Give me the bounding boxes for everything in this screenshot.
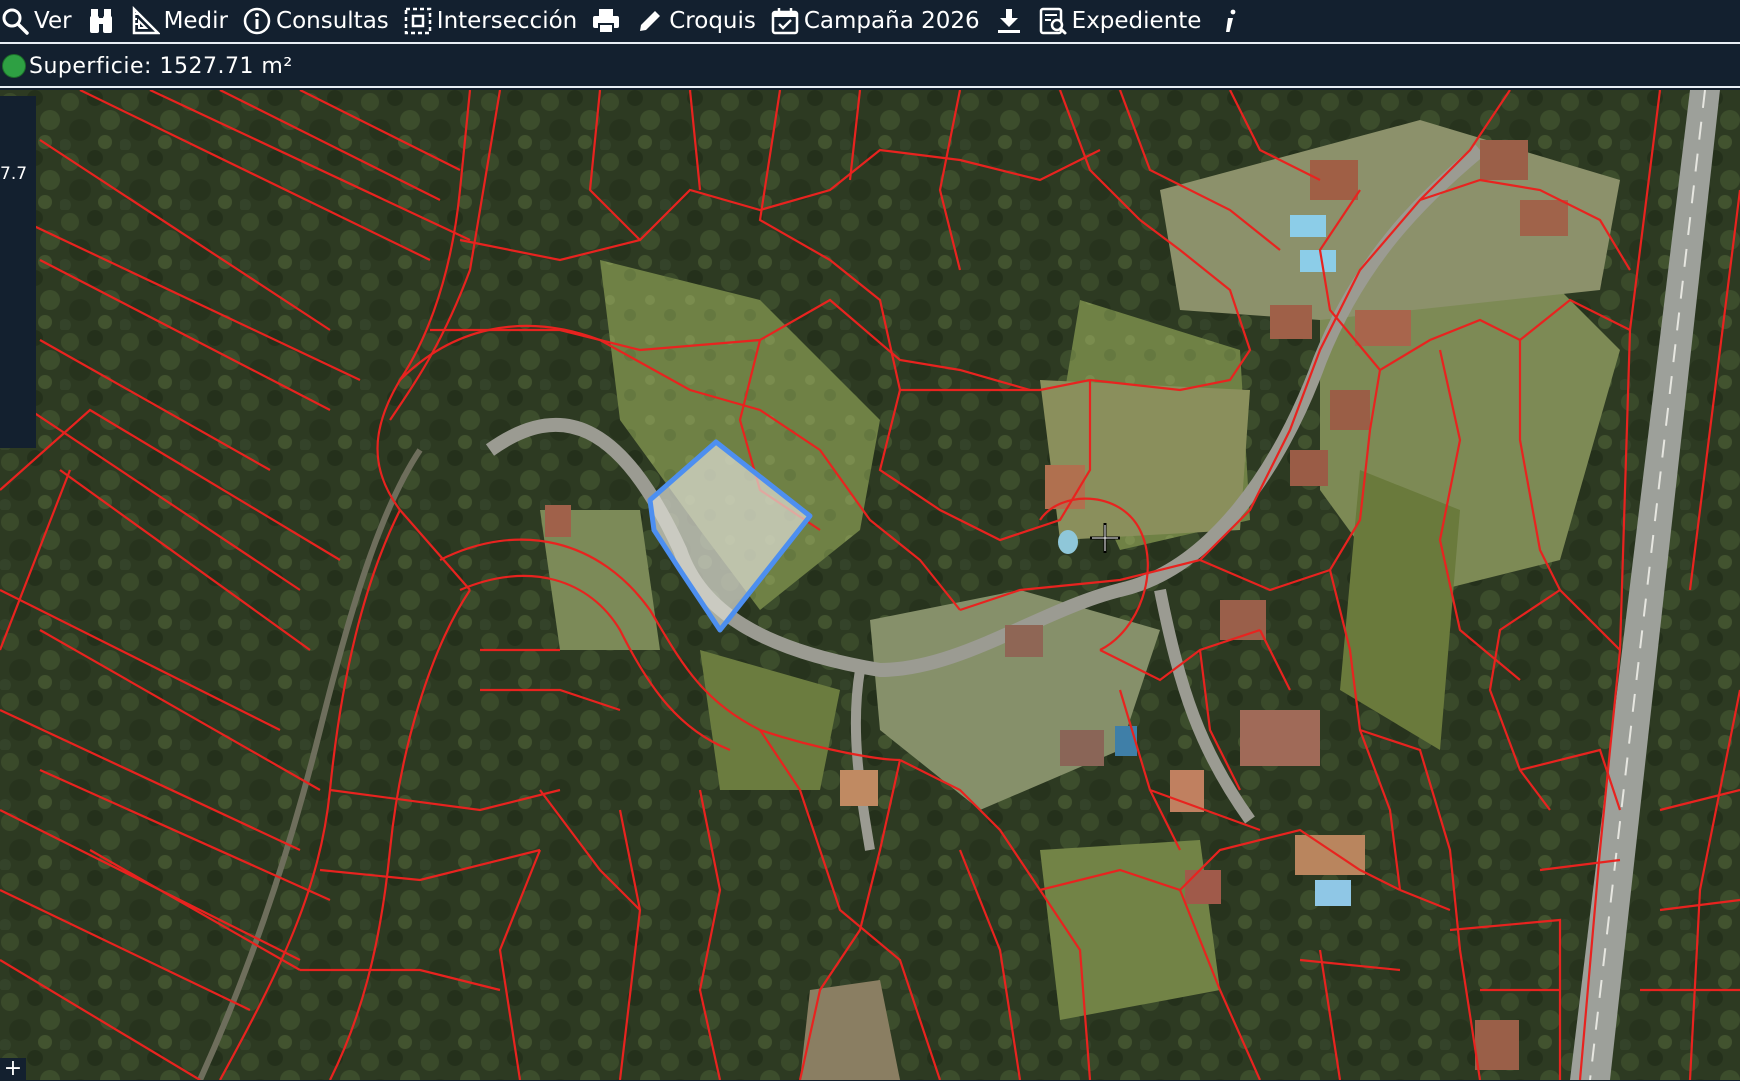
info-button[interactable] [1215,0,1245,43]
building [1475,1020,1519,1070]
expediente-button[interactable]: Expediente [1038,0,1202,43]
printer-icon [593,9,620,34]
interseccion-label: Intersección [436,8,578,34]
building [1270,305,1312,339]
calendar-check-icon [771,8,799,35]
binoculars-button[interactable] [86,0,116,43]
building [1295,835,1365,875]
building [1060,730,1104,766]
building [1185,870,1221,904]
document-search-icon [1039,7,1067,35]
building [1290,450,1328,486]
download-button[interactable] [994,0,1024,43]
side-panel[interactable]: 7.7 [0,96,36,448]
info-icon [243,7,271,35]
building [1170,770,1204,812]
building [1240,710,1320,766]
status-indicator-icon [2,54,26,78]
zoom-in-button[interactable]: + [0,1058,26,1080]
intersection-icon [404,7,432,35]
pool [1315,880,1351,906]
pool [1290,215,1326,237]
toolbar: Ver Medir Consultas Intersección Croquis… [0,0,1740,44]
medir-button[interactable]: Medir [130,0,228,43]
ver-button[interactable]: Ver [0,0,72,43]
pool [1058,530,1078,554]
side-panel-value: 7.7 [0,164,28,184]
status-bar: Superficie: 1527.71 m² [0,46,1740,88]
area-readout: Superficie: 1527.71 m² [29,53,293,79]
building [1005,625,1043,657]
consultas-label: Consultas [276,8,389,34]
interseccion-button[interactable]: Intersección [403,0,577,43]
building [840,770,878,806]
building [1330,390,1370,430]
map-view[interactable] [0,90,1740,1080]
medir-label: Medir [163,8,229,34]
building [1310,160,1358,200]
download-icon [997,9,1020,33]
pencil-icon [640,11,661,31]
pool [1115,726,1137,756]
croquis-label: Croquis [669,8,756,34]
building [545,505,571,537]
campana-button[interactable]: Campaña 2026 [770,0,980,43]
expediente-label: Expediente [1071,8,1202,34]
building [1220,600,1266,640]
binoculars-icon [89,9,112,33]
info-italic-icon [1226,9,1236,32]
ver-label: Ver [34,8,72,34]
campana-label: Campaña 2026 [803,8,980,34]
building [1355,310,1411,346]
ruler-icon [132,6,160,35]
building [1520,200,1568,236]
consultas-button[interactable]: Consultas [242,0,389,43]
meadow-area [1040,380,1250,540]
pool [1300,250,1336,272]
building [1480,140,1528,180]
print-button[interactable] [591,0,621,43]
search-icon [2,8,29,35]
aerial-map[interactable] [0,90,1740,1080]
croquis-button[interactable]: Croquis [635,0,756,43]
